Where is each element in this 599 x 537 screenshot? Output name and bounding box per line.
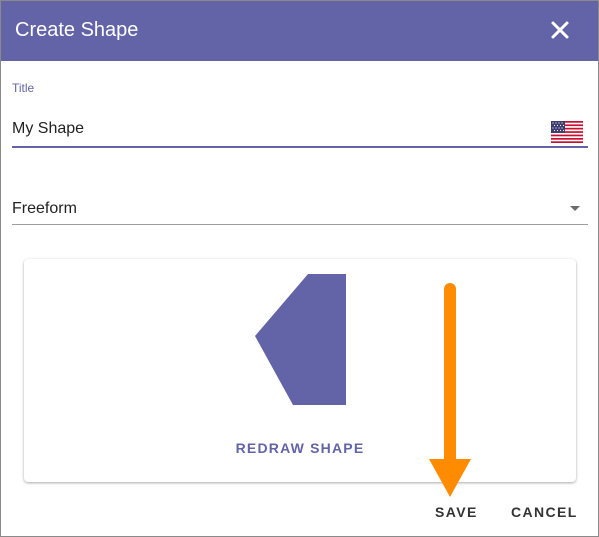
cancel-button[interactable]: CANCEL bbox=[511, 501, 577, 523]
redraw-shape-button[interactable]: REDRAW SHAPE bbox=[234, 437, 366, 459]
title-field-label: Title bbox=[12, 81, 35, 95]
freeform-shape bbox=[255, 274, 346, 405]
dropdown-arrow-icon bbox=[570, 206, 580, 211]
us-flag-icon[interactable] bbox=[550, 120, 584, 144]
save-button[interactable]: SAVE bbox=[435, 501, 479, 523]
shape-type-select[interactable]: Freeform bbox=[12, 191, 588, 225]
select-underline bbox=[12, 224, 588, 225]
dialog-title: Create Shape bbox=[15, 19, 139, 41]
create-shape-dialog: Create Shape Title My Shape Freeform RED… bbox=[0, 0, 599, 537]
close-icon bbox=[551, 21, 569, 39]
shape-type-value: Freeform bbox=[12, 200, 77, 217]
shape-preview bbox=[255, 274, 346, 405]
title-input-underline bbox=[12, 146, 588, 148]
dialog-header: Create Shape bbox=[1, 1, 598, 61]
shape-preview-card: REDRAW SHAPE bbox=[24, 259, 576, 482]
close-button[interactable] bbox=[545, 15, 575, 45]
title-input[interactable] bbox=[12, 118, 542, 140]
